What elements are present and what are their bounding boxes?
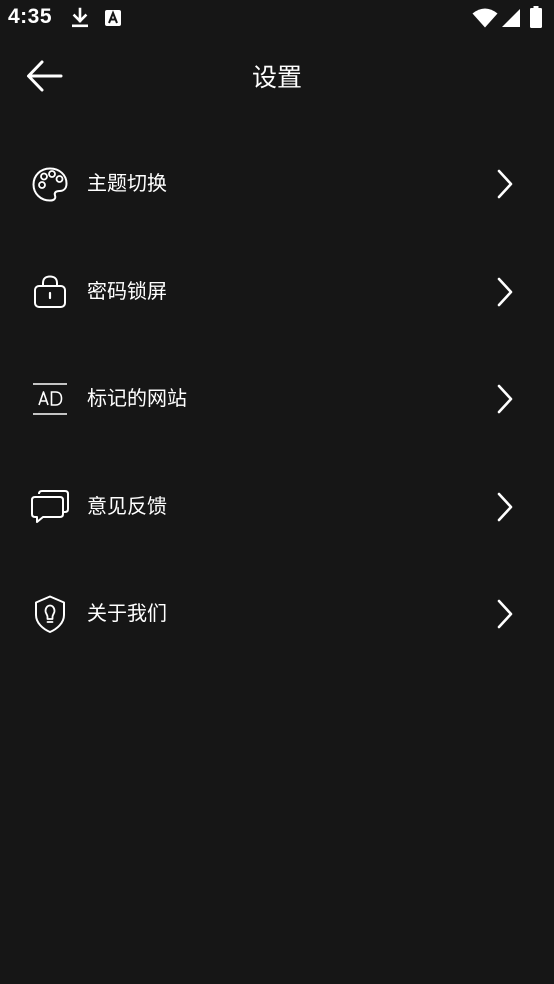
status-bar: 4:35 xyxy=(0,0,554,36)
app-bar: 设置 xyxy=(0,36,554,116)
menu-item-label: 标记的网站 xyxy=(87,386,187,410)
menu-item-label: 关于我们 xyxy=(87,601,167,625)
menu-item-label: 主题切换 xyxy=(87,171,167,195)
chevron-right-icon xyxy=(497,599,513,629)
menu-item-feedback[interactable]: 意见反馈 xyxy=(0,453,554,561)
about-bulb-icon xyxy=(35,595,65,633)
feedback-icon xyxy=(31,489,69,523)
menu-item-label: 密码锁屏 xyxy=(87,278,167,303)
battery-icon xyxy=(530,6,542,28)
status-time: 4:35 xyxy=(8,5,53,28)
chevron-right-icon xyxy=(497,169,513,199)
page-title: 设置 xyxy=(251,63,302,92)
menu-item-marked-sites[interactable]: 标记的网站 xyxy=(0,345,554,453)
text-a-icon xyxy=(105,10,121,26)
chevron-right-icon xyxy=(497,492,513,521)
palette-icon xyxy=(32,167,68,202)
chevron-right-icon xyxy=(497,277,513,306)
lock-icon xyxy=(34,274,66,308)
settings-menu: 主题切换 密码锁屏 标记的网站 意见反馈 关于我们 xyxy=(0,130,554,668)
menu-item-label: 意见反馈 xyxy=(87,493,167,518)
download-icon xyxy=(72,7,88,28)
chevron-right-icon xyxy=(497,384,513,414)
signal-icon xyxy=(502,9,520,27)
menu-item-about-us[interactable]: 关于我们 xyxy=(0,560,554,668)
menu-item-password-lock[interactable]: 密码锁屏 xyxy=(0,238,554,346)
ad-mark-icon xyxy=(33,383,67,415)
wifi-icon xyxy=(472,8,498,28)
menu-item-theme-switch[interactable]: 主题切换 xyxy=(0,130,554,238)
